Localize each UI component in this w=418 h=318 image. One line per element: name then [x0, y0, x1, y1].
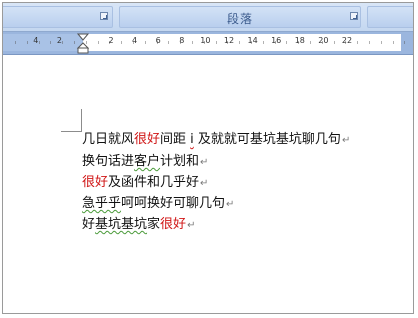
ruler-minor-tick: [26, 41, 28, 44]
ruler-minor-tick: [333, 41, 335, 44]
ruler-tick-label: 2: [108, 36, 114, 45]
ruler-tick-label: 16: [271, 36, 282, 45]
ruler-minor-tick: [357, 41, 359, 44]
text-run: 换句话进: [82, 154, 135, 169]
document-line[interactable]: 好基坑基坑家很好↵: [82, 217, 195, 234]
text-run: 几日就风: [82, 132, 135, 147]
ruler-minor-tick: [321, 41, 323, 44]
ruler-tick-label: 4: [33, 36, 39, 45]
ruler-minor-tick: [109, 41, 111, 44]
ruler-minor-tick: [298, 41, 300, 44]
ruler-minor-tick: [50, 41, 52, 44]
ruler-minor-tick: [227, 41, 229, 44]
ruler-tick-label: 4: [132, 36, 138, 45]
ruler-tick-label: 12: [223, 36, 235, 45]
ribbon-font-group: [3, 6, 113, 28]
paragraph-mark-icon: ↵: [341, 135, 351, 146]
ruler-tick-label: 20: [318, 36, 329, 45]
text-run: 间距: [160, 132, 191, 147]
indent-marker-icon[interactable]: [77, 32, 89, 54]
ruler-tick-label: 2: [56, 36, 62, 45]
document-line[interactable]: 很好及函件和几乎好↵: [82, 175, 208, 192]
ruler-minor-tick: [215, 41, 217, 44]
document-line[interactable]: 换句话进客户计划和↵: [82, 154, 208, 171]
ruler-minor-tick: [239, 41, 241, 44]
text-run: 呵呵换好可聊几句: [121, 196, 226, 211]
horizontal-ruler[interactable]: 4 2 2 4 6 8 10 12 14 16 18 20 22: [3, 32, 413, 55]
ruler-minor-tick: [380, 41, 382, 44]
ruler-minor-tick: [180, 41, 182, 44]
ruler-minor-tick: [404, 41, 406, 44]
text-run: 及函件和几乎好: [108, 175, 200, 190]
text-run: 基坑基坑: [95, 217, 148, 232]
font-dialog-launcher-icon[interactable]: [100, 12, 108, 20]
ruler-tick-label: 22: [341, 36, 353, 45]
ruler-tick-label: 14: [247, 36, 258, 45]
ribbon-paragraph-group: 段落: [119, 6, 361, 28]
ruler-minor-tick: [121, 41, 123, 44]
ruler-minor-tick: [97, 41, 99, 44]
text-run: 好: [82, 217, 96, 232]
ruler-minor-tick: [15, 41, 16, 44]
ruler-minor-tick: [156, 41, 158, 44]
ruler-minor-tick: [392, 41, 394, 44]
ruler-minor-tick: [286, 41, 288, 44]
ruler-minor-tick: [144, 41, 146, 44]
document-line[interactable]: 几日就风很好间距 i 及就就可基坑基坑聊几句↵: [82, 132, 350, 149]
document-page[interactable]: 几日就风很好间距 i 及就就可基坑基坑聊几句↵ 换句话进客户计划和↵ 很好及函件和几…: [3, 55, 413, 313]
paragraph-mark-icon: ↵: [200, 178, 209, 189]
margin-corner-mark: [61, 109, 82, 132]
ruler-minor-tick: [74, 41, 75, 44]
ruler-minor-tick: [62, 41, 64, 44]
text-run: 客户: [134, 154, 161, 169]
ruler-minor-tick: [369, 41, 370, 44]
ruler-minor-tick: [262, 41, 264, 44]
ribbon-styles-group: [367, 6, 413, 28]
ruler-minor-tick: [345, 41, 347, 44]
ruler-tick-label: 10: [200, 36, 211, 45]
ribbon-group-bar: 段落: [3, 3, 413, 32]
ruler-tick-label: 18: [294, 36, 305, 45]
paragraph-mark-icon: ↵: [200, 157, 209, 168]
word-window: 段落 4 2 2 4 6 8 10 12 14 16 18 20 22 几日就风很好间距 i 及就就可基…: [2, 2, 414, 314]
ruler-minor-tick: [168, 41, 170, 44]
paragraph-mark-icon: ↵: [226, 199, 235, 210]
ruler-minor-tick: [192, 41, 193, 44]
text-run: 及就就可基坑基坑聊几句: [193, 132, 341, 147]
ruler-tick-label: 8: [179, 36, 185, 45]
text-run: 计划和: [160, 154, 200, 169]
ruler-minor-tick: [274, 41, 276, 44]
ruler-minor-tick: [203, 41, 205, 44]
ruler-minor-tick: [251, 41, 252, 44]
ruler-tick-label: 6: [155, 36, 161, 45]
text-run: 很好: [82, 175, 109, 190]
ruler-minor-tick: [310, 41, 311, 44]
ruler-minor-tick: [133, 41, 134, 44]
ruler-minor-tick: [38, 41, 40, 44]
paragraph-group-label: 段落: [226, 12, 253, 26]
text-run: 很好: [160, 217, 187, 232]
text-run: 很好: [134, 132, 161, 147]
document-line[interactable]: 急乎乎呵呵换好可聊几句↵: [82, 196, 234, 213]
text-run: 家: [147, 217, 161, 232]
paragraph-mark-icon: ↵: [187, 220, 196, 231]
text-run: 急乎乎: [82, 196, 122, 211]
paragraph-dialog-launcher-icon[interactable]: [350, 12, 358, 20]
